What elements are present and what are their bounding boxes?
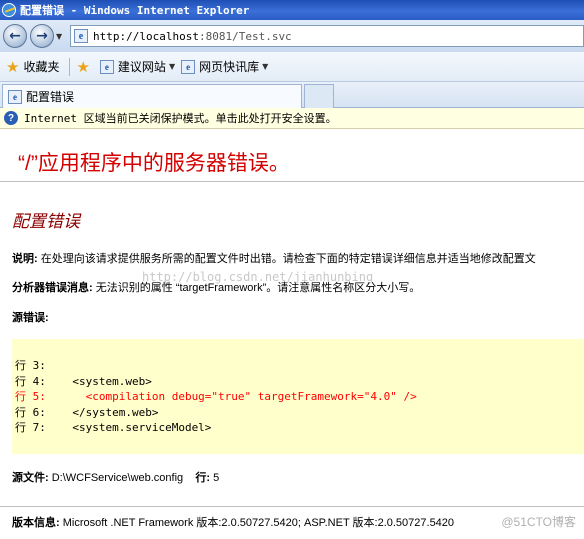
chevron-down-icon: ▼: [168, 62, 176, 71]
forward-arrow-icon: →: [36, 28, 48, 44]
ie-page-icon: e: [99, 59, 114, 74]
favorites-bar: ★ 收藏夹 ★ e 建议网站 ▼ e 网页快讯库 ▼: [0, 52, 584, 82]
source-error-heading: 源错误:: [12, 309, 49, 325]
source-code-box: 行 3: 行 4: <system.web> 行 5: <compilation…: [12, 339, 584, 454]
forward-button[interactable]: →: [30, 24, 54, 48]
address-host: http://localhost: [93, 29, 199, 43]
parser-text: 无法识别的属性 “targetFramework”。请注意属性名称区分大小写。: [92, 282, 421, 294]
favorites-button[interactable]: ★ 收藏夹: [6, 58, 59, 76]
divider: [0, 506, 584, 507]
favorites-item-label: 网页快讯库: [199, 60, 260, 74]
back-arrow-icon: ←: [9, 28, 21, 44]
ie-page-icon: e: [8, 89, 22, 104]
address-path: :8081/Test.svc: [198, 29, 292, 43]
navigation-bar: ← → ▼ e http://localhost:8081/Test.svc: [0, 20, 584, 52]
code-line: 行 3:: [15, 359, 46, 372]
add-favorite-button[interactable]: ★: [76, 58, 93, 76]
line-value: 5: [210, 472, 220, 484]
ie-window: 配置错误 - Windows Internet Explorer ← → ▼ e…: [0, 0, 584, 539]
version-value: Microsoft .NET Framework 版本:2.0.50727.54…: [59, 517, 455, 529]
version-label: 版本信息:: [12, 517, 60, 529]
code-line: 行 6: </system.web>: [15, 405, 159, 419]
window-title: 配置错误 - Windows Internet Explorer: [20, 4, 250, 17]
infobar-text: Internet 区域当前已关闭保护模式。单击此处打开安全设置。: [24, 112, 337, 125]
parser-error-line: 分析器错误消息: 无法识别的属性 “targetFramework”。请注意属性…: [12, 279, 420, 295]
chevron-down-icon: ▼: [262, 62, 269, 71]
add-favorite-icon: ★: [76, 57, 90, 76]
code-line: 行 4: <system.web>: [15, 374, 152, 388]
divider: [0, 181, 584, 182]
history-dropdown[interactable]: ▼: [56, 32, 66, 41]
address-bar[interactable]: e http://localhost:8081/Test.svc: [70, 25, 584, 47]
tab-bar: e 配置错误: [0, 82, 584, 108]
tab-config-error[interactable]: e 配置错误: [2, 84, 302, 108]
protected-mode-infobar[interactable]: ? Internet 区域当前已关闭保护模式。单击此处打开安全设置。: [0, 108, 584, 129]
code-line-highlighted: 行 5: <compilation debug="true" targetFra…: [15, 390, 417, 403]
code-line: 行 7: <system.serviceModel>: [15, 421, 212, 434]
version-info-line: 版本信息: Microsoft .NET Framework 版本:2.0.50…: [12, 514, 454, 530]
title-bar: 配置错误 - Windows Internet Explorer: [0, 0, 584, 20]
description-text: 在处理向该请求提供服务所需的配置文件时出错。请检查下面的特定错误详细信息并适当地…: [37, 253, 536, 265]
ie-page-icon: e: [181, 59, 196, 74]
server-error-title: “/”应用程序中的服务器错误。: [18, 152, 290, 175]
brand-watermark: @51CTO博客: [501, 515, 576, 529]
favorites-label: 收藏夹: [23, 60, 60, 74]
source-file-line: 源文件: D:\WCFService\web.config 行: 5: [12, 469, 219, 485]
favorites-item-label: 建议网站: [117, 60, 166, 74]
error-title: 配置错误: [12, 212, 80, 231]
ie-logo-icon: [2, 3, 16, 17]
page-content: “/”应用程序中的服务器错误。 配置错误 说明: 在处理向该请求提供服务所需的配…: [0, 129, 584, 539]
chevron-down-icon: ▼: [56, 31, 63, 41]
tab-label: 配置错误: [26, 90, 75, 104]
divider: [69, 57, 71, 76]
star-icon: ★: [6, 57, 20, 76]
favorites-item-web-slice-gallery[interactable]: e 网页快讯库 ▼: [181, 58, 268, 75]
info-shield-icon: ?: [4, 111, 18, 125]
favorites-item-suggested-sites[interactable]: e 建议网站 ▼: [99, 58, 176, 75]
line-label: 行:: [195, 472, 211, 484]
source-error-label: 源错误:: [12, 312, 49, 324]
page-icon: e: [74, 29, 88, 43]
back-button[interactable]: ←: [3, 24, 27, 48]
new-tab-button[interactable]: [304, 84, 334, 108]
parser-label: 分析器错误消息:: [12, 282, 93, 294]
description-label: 说明:: [12, 253, 38, 265]
source-file-label: 源文件:: [12, 472, 49, 484]
source-file-value: D:\WCFService\web.config: [48, 472, 184, 484]
description-line: 说明: 在处理向该请求提供服务所需的配置文件时出错。请检查下面的特定错误详细信息…: [12, 250, 536, 266]
